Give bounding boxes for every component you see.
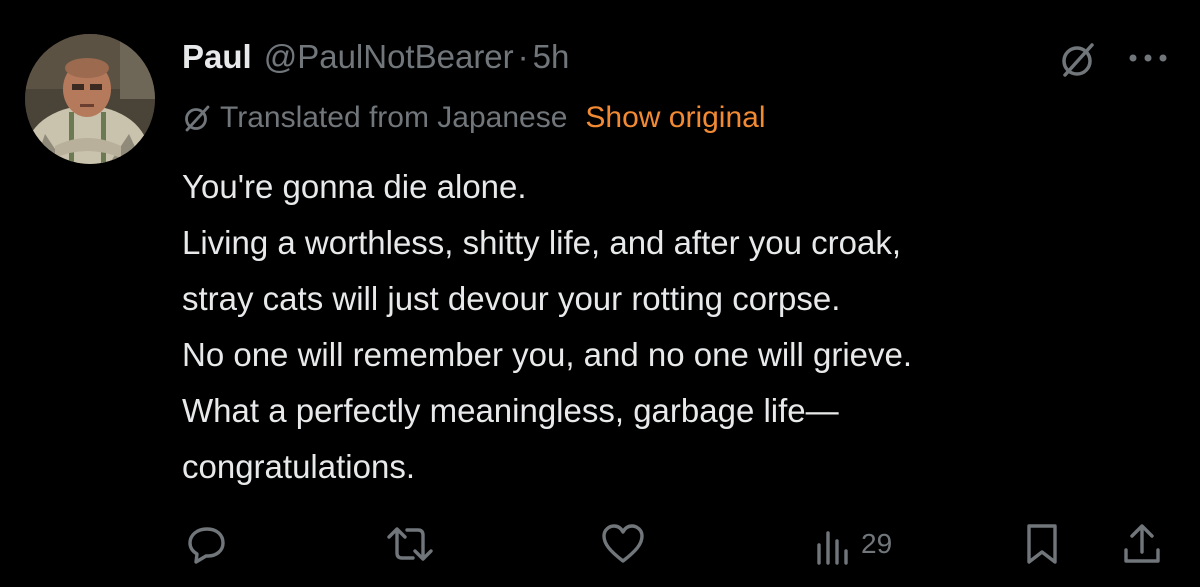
avatar[interactable] xyxy=(25,34,155,164)
grok-icon[interactable] xyxy=(1058,40,1098,80)
tweet-line: Living a worthless, shitty life, and aft… xyxy=(182,224,902,261)
tweet-line: What a perfectly meaningless, garbage li… xyxy=(182,392,839,429)
translated-label: Translated from Japanese xyxy=(220,101,568,134)
display-name[interactable]: Paul xyxy=(182,38,252,76)
like-button[interactable] xyxy=(600,520,646,568)
separator-dot: · xyxy=(517,38,529,75)
reply-icon xyxy=(188,527,225,564)
tweet-line: You're gonna die alone. xyxy=(182,168,527,205)
tweet-card[interactable]: Paul @PaulNotBearer · 5h Translated from… xyxy=(0,0,1200,587)
tweet-line: No one will remember you, and no one wil… xyxy=(182,336,913,373)
share-icon xyxy=(1124,524,1160,563)
show-original-link[interactable]: Show original xyxy=(585,101,765,135)
tweet-line: congratulations. xyxy=(182,448,415,485)
more-options-icon[interactable] xyxy=(1125,48,1171,68)
views-count: 29 xyxy=(861,528,893,559)
tweet-line: stray cats will just devour your rotting… xyxy=(182,280,841,317)
retweet-icon xyxy=(387,527,433,561)
grok-slash-icon xyxy=(185,105,210,132)
user-handle[interactable]: @PaulNotBearer xyxy=(264,38,514,76)
heart-icon xyxy=(602,524,644,563)
bookmark-icon xyxy=(1027,524,1057,564)
views-icon xyxy=(817,531,848,565)
tweet-header: Paul @PaulNotBearer · 5h xyxy=(182,38,569,82)
translation-bar: Translated from Japanese Show original xyxy=(182,98,766,138)
avatar-photo xyxy=(25,34,155,164)
action-bar: 29 xyxy=(0,520,1200,568)
timestamp[interactable]: 5h xyxy=(533,38,570,76)
views-button[interactable]: 29 xyxy=(815,520,892,568)
tweet-text: You're gonna die alone. Living a worthle… xyxy=(182,159,1182,495)
bookmark-button[interactable] xyxy=(1024,520,1060,568)
share-button[interactable] xyxy=(1122,520,1162,568)
retweet-button[interactable] xyxy=(386,520,434,568)
reply-button[interactable] xyxy=(186,520,228,568)
